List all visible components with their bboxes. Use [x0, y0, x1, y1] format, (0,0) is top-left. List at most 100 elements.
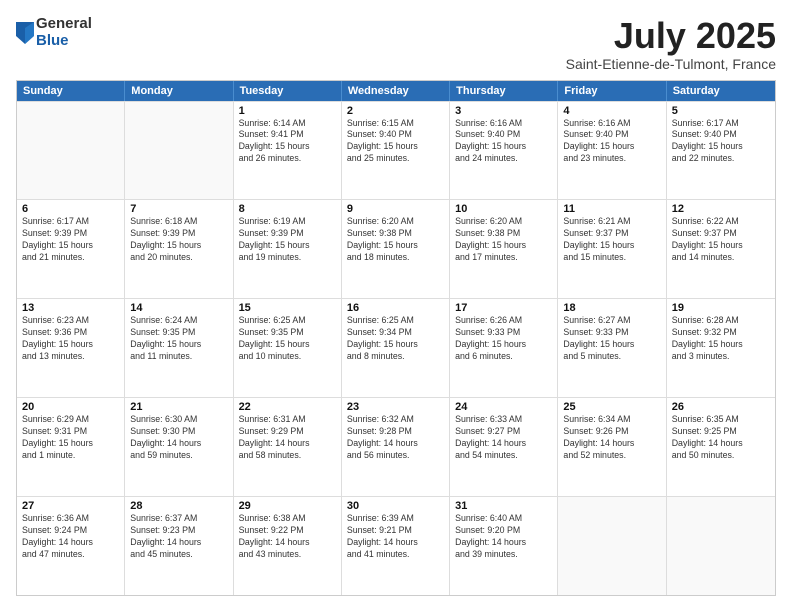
cell-detail: Sunrise: 6:38 AM Sunset: 9:22 PM Dayligh… [239, 513, 336, 561]
cell-day-number: 8 [239, 203, 336, 215]
cell-detail: Sunrise: 6:20 AM Sunset: 9:38 PM Dayligh… [347, 216, 444, 264]
calendar-header-cell: Tuesday [234, 81, 342, 101]
calendar-cell: 29Sunrise: 6:38 AM Sunset: 9:22 PM Dayli… [234, 497, 342, 595]
cell-day-number: 1 [239, 105, 336, 117]
title-block: July 2025 Saint-Etienne-de-Tulmont, Fran… [566, 16, 776, 72]
logo-text: General Blue [36, 16, 92, 49]
calendar-cell: 7Sunrise: 6:18 AM Sunset: 9:39 PM Daylig… [125, 200, 233, 298]
cell-day-number: 9 [347, 203, 444, 215]
cell-day-number: 10 [455, 203, 552, 215]
cell-detail: Sunrise: 6:23 AM Sunset: 9:36 PM Dayligh… [22, 315, 119, 363]
cell-detail: Sunrise: 6:22 AM Sunset: 9:37 PM Dayligh… [672, 216, 770, 264]
calendar-cell: 3Sunrise: 6:16 AM Sunset: 9:40 PM Daylig… [450, 102, 558, 200]
cell-detail: Sunrise: 6:17 AM Sunset: 9:39 PM Dayligh… [22, 216, 119, 264]
calendar-cell: 22Sunrise: 6:31 AM Sunset: 9:29 PM Dayli… [234, 398, 342, 496]
cell-day-number: 18 [563, 302, 660, 314]
cell-day-number: 21 [130, 401, 227, 413]
cell-day-number: 4 [563, 105, 660, 117]
calendar-week-row: 20Sunrise: 6:29 AM Sunset: 9:31 PM Dayli… [17, 397, 775, 496]
cell-detail: Sunrise: 6:34 AM Sunset: 9:26 PM Dayligh… [563, 414, 660, 462]
cell-detail: Sunrise: 6:28 AM Sunset: 9:32 PM Dayligh… [672, 315, 770, 363]
calendar-week-row: 27Sunrise: 6:36 AM Sunset: 9:24 PM Dayli… [17, 496, 775, 595]
cell-day-number: 7 [130, 203, 227, 215]
cell-day-number: 12 [672, 203, 770, 215]
cell-day-number: 5 [672, 105, 770, 117]
cell-detail: Sunrise: 6:35 AM Sunset: 9:25 PM Dayligh… [672, 414, 770, 462]
cell-detail: Sunrise: 6:31 AM Sunset: 9:29 PM Dayligh… [239, 414, 336, 462]
cell-detail: Sunrise: 6:16 AM Sunset: 9:40 PM Dayligh… [563, 118, 660, 166]
cell-day-number: 15 [239, 302, 336, 314]
calendar-cell: 14Sunrise: 6:24 AM Sunset: 9:35 PM Dayli… [125, 299, 233, 397]
calendar-header: SundayMondayTuesdayWednesdayThursdayFrid… [17, 81, 775, 101]
calendar-cell: 18Sunrise: 6:27 AM Sunset: 9:33 PM Dayli… [558, 299, 666, 397]
cell-detail: Sunrise: 6:37 AM Sunset: 9:23 PM Dayligh… [130, 513, 227, 561]
calendar: SundayMondayTuesdayWednesdayThursdayFrid… [16, 80, 776, 596]
calendar-cell: 20Sunrise: 6:29 AM Sunset: 9:31 PM Dayli… [17, 398, 125, 496]
cell-detail: Sunrise: 6:29 AM Sunset: 9:31 PM Dayligh… [22, 414, 119, 462]
calendar-cell: 31Sunrise: 6:40 AM Sunset: 9:20 PM Dayli… [450, 497, 558, 595]
calendar-cell: 2Sunrise: 6:15 AM Sunset: 9:40 PM Daylig… [342, 102, 450, 200]
calendar-week-row: 13Sunrise: 6:23 AM Sunset: 9:36 PM Dayli… [17, 298, 775, 397]
calendar-cell [667, 497, 775, 595]
cell-detail: Sunrise: 6:33 AM Sunset: 9:27 PM Dayligh… [455, 414, 552, 462]
calendar-cell: 10Sunrise: 6:20 AM Sunset: 9:38 PM Dayli… [450, 200, 558, 298]
cell-detail: Sunrise: 6:14 AM Sunset: 9:41 PM Dayligh… [239, 118, 336, 166]
cell-detail: Sunrise: 6:17 AM Sunset: 9:40 PM Dayligh… [672, 118, 770, 166]
logo-icon [16, 22, 34, 44]
cell-detail: Sunrise: 6:24 AM Sunset: 9:35 PM Dayligh… [130, 315, 227, 363]
calendar-cell: 24Sunrise: 6:33 AM Sunset: 9:27 PM Dayli… [450, 398, 558, 496]
cell-detail: Sunrise: 6:15 AM Sunset: 9:40 PM Dayligh… [347, 118, 444, 166]
cell-day-number: 2 [347, 105, 444, 117]
cell-day-number: 29 [239, 500, 336, 512]
cell-day-number: 17 [455, 302, 552, 314]
calendar-cell [558, 497, 666, 595]
cell-day-number: 27 [22, 500, 119, 512]
cell-day-number: 23 [347, 401, 444, 413]
cell-detail: Sunrise: 6:30 AM Sunset: 9:30 PM Dayligh… [130, 414, 227, 462]
logo-blue: Blue [36, 33, 92, 50]
cell-day-number: 25 [563, 401, 660, 413]
cell-day-number: 13 [22, 302, 119, 314]
cell-detail: Sunrise: 6:18 AM Sunset: 9:39 PM Dayligh… [130, 216, 227, 264]
calendar-cell: 25Sunrise: 6:34 AM Sunset: 9:26 PM Dayli… [558, 398, 666, 496]
cell-day-number: 31 [455, 500, 552, 512]
calendar-cell: 6Sunrise: 6:17 AM Sunset: 9:39 PM Daylig… [17, 200, 125, 298]
cell-detail: Sunrise: 6:39 AM Sunset: 9:21 PM Dayligh… [347, 513, 444, 561]
logo-general: General [36, 16, 92, 33]
calendar-cell: 13Sunrise: 6:23 AM Sunset: 9:36 PM Dayli… [17, 299, 125, 397]
calendar-cell: 17Sunrise: 6:26 AM Sunset: 9:33 PM Dayli… [450, 299, 558, 397]
calendar-week-row: 6Sunrise: 6:17 AM Sunset: 9:39 PM Daylig… [17, 199, 775, 298]
page: General Blue July 2025 Saint-Etienne-de-… [0, 0, 792, 612]
cell-day-number: 22 [239, 401, 336, 413]
header: General Blue July 2025 Saint-Etienne-de-… [16, 16, 776, 72]
calendar-header-cell: Thursday [450, 81, 558, 101]
calendar-cell: 11Sunrise: 6:21 AM Sunset: 9:37 PM Dayli… [558, 200, 666, 298]
calendar-cell: 9Sunrise: 6:20 AM Sunset: 9:38 PM Daylig… [342, 200, 450, 298]
cell-detail: Sunrise: 6:20 AM Sunset: 9:38 PM Dayligh… [455, 216, 552, 264]
cell-detail: Sunrise: 6:16 AM Sunset: 9:40 PM Dayligh… [455, 118, 552, 166]
calendar-cell: 21Sunrise: 6:30 AM Sunset: 9:30 PM Dayli… [125, 398, 233, 496]
cell-day-number: 28 [130, 500, 227, 512]
calendar-header-cell: Monday [125, 81, 233, 101]
calendar-cell: 16Sunrise: 6:25 AM Sunset: 9:34 PM Dayli… [342, 299, 450, 397]
calendar-cell: 1Sunrise: 6:14 AM Sunset: 9:41 PM Daylig… [234, 102, 342, 200]
cell-day-number: 19 [672, 302, 770, 314]
cell-detail: Sunrise: 6:36 AM Sunset: 9:24 PM Dayligh… [22, 513, 119, 561]
cell-detail: Sunrise: 6:19 AM Sunset: 9:39 PM Dayligh… [239, 216, 336, 264]
cell-detail: Sunrise: 6:27 AM Sunset: 9:33 PM Dayligh… [563, 315, 660, 363]
calendar-cell: 30Sunrise: 6:39 AM Sunset: 9:21 PM Dayli… [342, 497, 450, 595]
cell-detail: Sunrise: 6:40 AM Sunset: 9:20 PM Dayligh… [455, 513, 552, 561]
calendar-body: 1Sunrise: 6:14 AM Sunset: 9:41 PM Daylig… [17, 101, 775, 595]
cell-day-number: 16 [347, 302, 444, 314]
logo: General Blue [16, 16, 92, 49]
cell-day-number: 11 [563, 203, 660, 215]
cell-detail: Sunrise: 6:21 AM Sunset: 9:37 PM Dayligh… [563, 216, 660, 264]
cell-day-number: 20 [22, 401, 119, 413]
calendar-cell [17, 102, 125, 200]
calendar-cell: 23Sunrise: 6:32 AM Sunset: 9:28 PM Dayli… [342, 398, 450, 496]
cell-day-number: 14 [130, 302, 227, 314]
calendar-cell: 8Sunrise: 6:19 AM Sunset: 9:39 PM Daylig… [234, 200, 342, 298]
calendar-cell: 27Sunrise: 6:36 AM Sunset: 9:24 PM Dayli… [17, 497, 125, 595]
cell-detail: Sunrise: 6:25 AM Sunset: 9:35 PM Dayligh… [239, 315, 336, 363]
main-title: July 2025 [566, 16, 776, 56]
